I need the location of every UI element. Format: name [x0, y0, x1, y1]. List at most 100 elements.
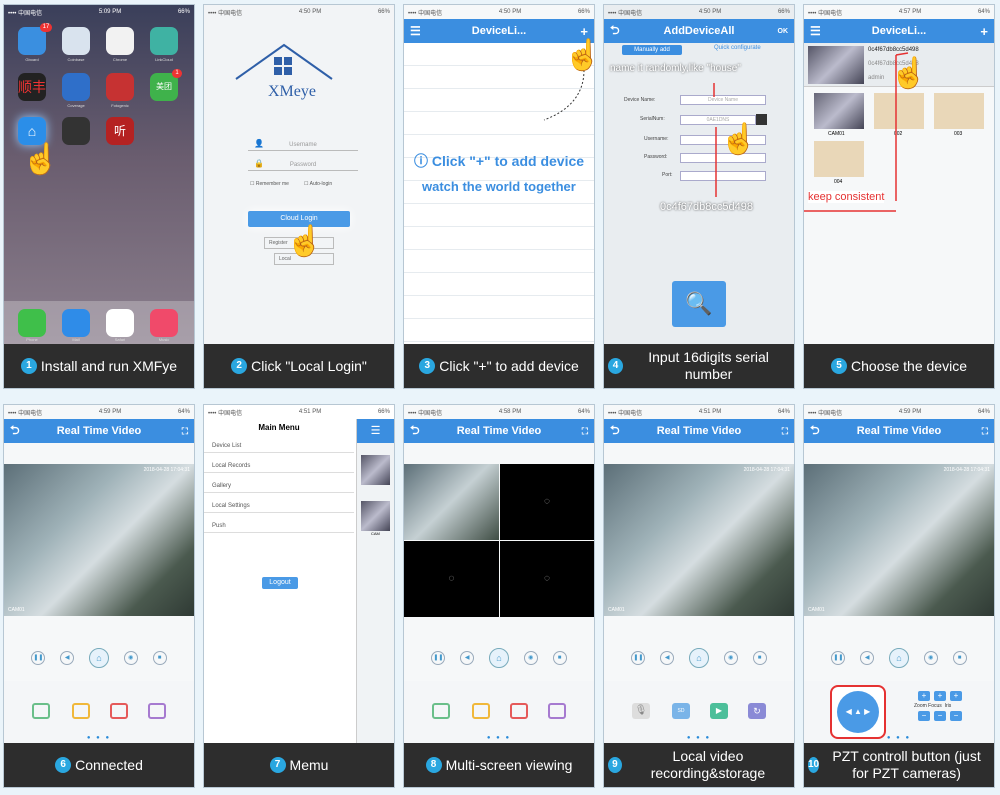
device-thumbnail[interactable] — [361, 455, 390, 485]
fullscreen-icon[interactable]: ⛶ — [982, 426, 988, 437]
nine-layout-button[interactable] — [110, 703, 128, 719]
audio-button[interactable]: ◀ — [60, 651, 75, 665]
username-field[interactable]: Username — [248, 139, 358, 151]
refresh-icon[interactable]: ↻ — [748, 703, 766, 719]
audio-button[interactable]: ◀ — [660, 651, 675, 665]
status-bar: •••• 中国电信 4:50 PM 66% — [408, 9, 590, 17]
home-button[interactable]: ⌂ — [888, 648, 909, 668]
video-pane-3[interactable]: ◌ — [404, 541, 499, 617]
record-button[interactable]: ■ — [552, 651, 567, 665]
sixteen-layout-button[interactable] — [148, 703, 166, 719]
pause-button[interactable]: ❚❚ — [31, 651, 46, 665]
fullscreen-icon[interactable]: ⛶ — [782, 426, 788, 437]
video-record-icon[interactable]: ▶ — [710, 703, 728, 719]
fullscreen-icon[interactable]: ⛶ — [582, 426, 588, 437]
single-layout-button[interactable] — [32, 703, 50, 719]
logout-button[interactable]: Logout — [262, 577, 298, 589]
app-icon-sf[interactable]: 顺丰 — [18, 73, 46, 101]
single-layout-button[interactable] — [432, 703, 450, 719]
audio-button[interactable]: ◀ — [860, 651, 875, 665]
menu-title: Main Menu — [258, 423, 300, 432]
app-icon-chrome[interactable] — [106, 27, 134, 55]
menu-item-device-list[interactable]: Device List — [204, 439, 354, 453]
step-caption: 6 Connected — [4, 743, 194, 787]
record-button[interactable]: ■ — [952, 651, 967, 665]
menu-item-push[interactable]: Push — [204, 519, 354, 533]
menu-icon[interactable]: ☰ — [410, 24, 421, 38]
focus-out-button[interactable]: − — [934, 711, 946, 721]
app-icon-ting[interactable]: 听 — [106, 117, 134, 145]
keep-consistent-annotation: keep consistent — [808, 191, 885, 203]
record-button[interactable]: ■ — [152, 651, 167, 665]
hint-line-1: ⓘ Click "+" to add device — [414, 153, 585, 169]
status-bar: •••• 中国电信 4:51 PM 64% — [608, 409, 790, 417]
step-2-panel: •••• 中国电信 4:50 PM 66% XMeye 👤 Username 🔒 P… — [203, 4, 395, 389]
remember-me-checkbox[interactable]: ☐ Remember me — [250, 181, 289, 187]
microphone-icon[interactable]: 🎙 — [632, 703, 650, 719]
record-button[interactable]: ■ — [752, 651, 767, 665]
add-device-button[interactable]: + — [580, 24, 588, 39]
mail-icon[interactable] — [62, 309, 90, 337]
device-thumbnail[interactable] — [361, 501, 390, 531]
password-field[interactable]: Password — [248, 159, 358, 171]
audio-button[interactable]: ◀ — [460, 651, 475, 665]
app-icon-xmeye[interactable]: ⌂ — [18, 117, 46, 145]
home-button[interactable]: ⌂ — [488, 648, 509, 668]
menu-icon[interactable]: ☰ — [357, 419, 394, 443]
snapshot-button[interactable]: ◉ — [723, 651, 738, 665]
app-icon-coverage[interactable] — [62, 73, 90, 101]
page-dots: ● ● ● — [886, 735, 912, 741]
quad-layout-button[interactable] — [72, 703, 90, 719]
app-icon-linkcloud[interactable] — [150, 27, 178, 55]
back-icon[interactable]: ⮌ — [10, 421, 20, 442]
sixteen-layout-button[interactable] — [548, 703, 566, 719]
direction-pad[interactable]: ◀ ▲ ▶ — [837, 691, 879, 733]
safari-icon[interactable] — [106, 309, 134, 337]
pause-button[interactable]: ❚❚ — [631, 651, 646, 665]
device-list-screen: •••• 中国电信4:50 PM66% ☰DeviceLi...+ ☝ ⓘ Cl… — [404, 5, 594, 345]
quad-layout-button[interactable] — [472, 703, 490, 719]
step-caption: 2 Click "Local Login" — [204, 344, 394, 388]
step-3-panel: •••• 中国电信4:50 PM66% ☰DeviceLi...+ ☝ ⓘ Cl… — [403, 4, 595, 389]
iris-in-button[interactable]: + — [950, 691, 962, 701]
video-feed[interactable]: 2018-04-28 17:04:31 CAM01 — [604, 464, 794, 616]
app-icon-coinbase[interactable] — [62, 27, 90, 55]
app-icon-camera[interactable] — [62, 117, 90, 145]
zoom-in-button[interactable]: + — [918, 691, 930, 701]
home-button[interactable]: ⌂ — [688, 648, 709, 668]
video-pane-2[interactable]: ◌ — [500, 464, 594, 540]
snapshot-button[interactable]: ◉ — [123, 651, 138, 665]
sd-card-icon[interactable]: SD — [672, 703, 690, 719]
iris-out-button[interactable]: − — [950, 711, 962, 721]
fullscreen-icon[interactable]: ⛶ — [182, 426, 188, 437]
app-icon-fotogenic[interactable] — [106, 73, 134, 101]
home-button[interactable]: ⌂ — [88, 648, 109, 668]
real-time-video-screen: •••• 中国电信 4:59 PM 64% ⮌ Real Time Video ⛶ 20… — [4, 405, 194, 745]
focus-in-button[interactable]: + — [934, 691, 946, 701]
pause-button[interactable]: ❚❚ — [431, 651, 446, 665]
video-pane-4[interactable]: ◌ — [500, 541, 594, 617]
video-feed[interactable]: 2018-04-28 17:04:31 CAM01 — [804, 464, 994, 616]
side-device-panel: ☰ CAM — [356, 419, 394, 745]
video-pane-1[interactable] — [404, 464, 499, 540]
menu-item-local-records[interactable]: Local Records — [204, 459, 354, 473]
zoom-out-button[interactable]: − — [918, 711, 930, 721]
menu-item-gallery[interactable]: Gallery — [204, 479, 354, 493]
phone-icon[interactable] — [18, 309, 46, 337]
snapshot-button[interactable]: ◉ — [923, 651, 938, 665]
back-icon[interactable]: ⮌ — [410, 421, 420, 442]
nine-layout-button[interactable] — [510, 703, 528, 719]
page-dots: ● ● ● — [486, 735, 512, 741]
autologin-checkbox[interactable]: ☐ Auto-login — [304, 181, 332, 187]
nav-bar: ⮌ Real Time Video ⛶ — [604, 419, 794, 443]
snapshot-button[interactable]: ◉ — [523, 651, 538, 665]
search-button[interactable]: 🔍 — [672, 281, 726, 327]
pause-button[interactable]: ❚❚ — [831, 651, 846, 665]
music-icon[interactable] — [150, 309, 178, 337]
menu-item-local-settings[interactable]: Local Settings — [204, 499, 354, 513]
back-icon[interactable]: ⮌ — [610, 421, 620, 442]
back-icon[interactable]: ⮌ — [810, 421, 820, 442]
pointing-hand-icon: ☝ — [720, 123, 758, 156]
video-feed[interactable]: 2018-04-28 17:04:31 CAM01 — [4, 464, 194, 616]
status-bar: •••• 中国电信 4:51 PM 66% — [208, 409, 390, 417]
